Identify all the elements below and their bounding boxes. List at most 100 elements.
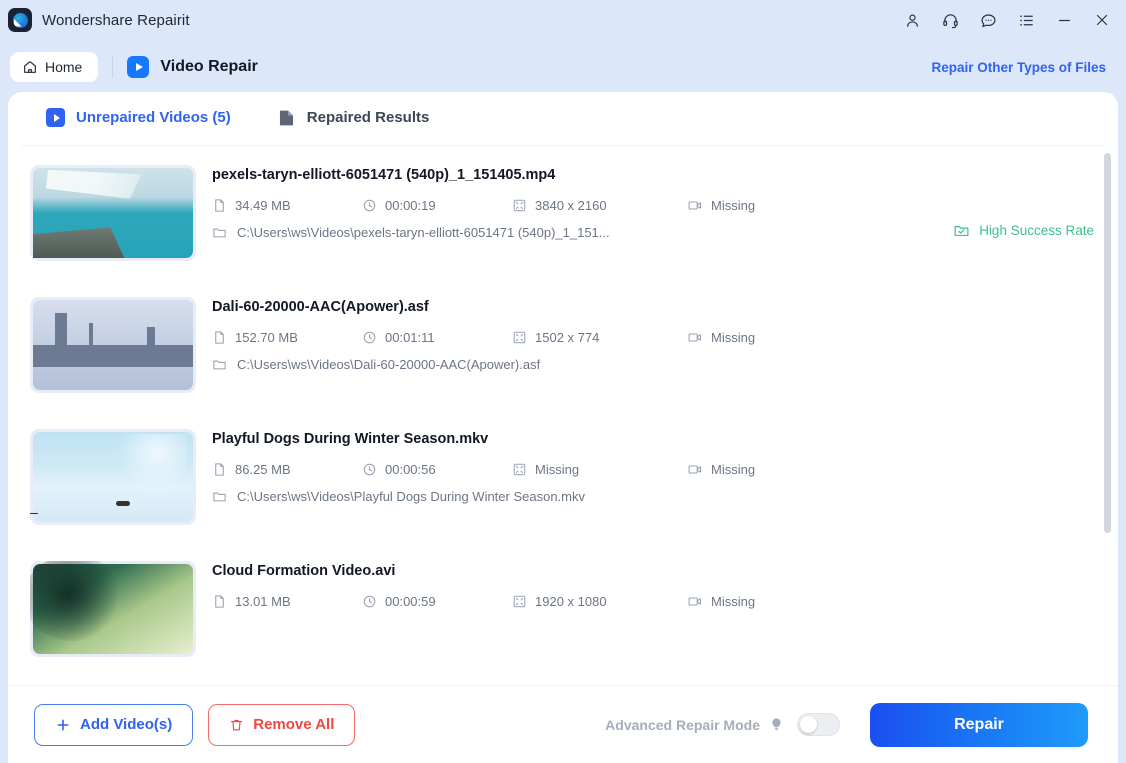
video-meta: Dali-60-20000-AAC(Apower).asf 152.70 MB (212, 297, 888, 393)
document-file-icon (277, 108, 296, 127)
video-path: C:\Users\ws\Videos\pexels-taryn-elliott-… (212, 225, 888, 240)
table-row[interactable]: pexels-taryn-elliott-6051471 (540p)_1_15… (8, 147, 1118, 279)
scrollbar-thumb[interactable] (1104, 153, 1111, 533)
lightbulb-icon (769, 716, 784, 733)
fact-codec: Missing (687, 594, 837, 609)
fact-size-value: 34.49 MB (235, 198, 291, 213)
app-window: Wondershare Repairit (0, 0, 1126, 763)
module-title: Video Repair (160, 58, 258, 76)
row-right-slot (904, 429, 1094, 525)
title-bar: Wondershare Repairit (0, 0, 1126, 40)
file-icon (212, 330, 227, 345)
row-right-slot: High Success Rate (904, 165, 1094, 261)
table-row[interactable]: Cloud Formation Video.avi 13.01 MB (8, 543, 1118, 675)
home-icon (22, 59, 38, 75)
video-filename: Cloud Formation Video.avi (212, 563, 888, 579)
video-camera-icon (687, 462, 703, 477)
add-videos-button[interactable]: Add Video(s) (34, 704, 193, 746)
fact-size: 86.25 MB (212, 462, 362, 477)
close-icon[interactable] (1092, 10, 1112, 30)
remove-all-label: Remove All (253, 716, 334, 733)
fact-size-value: 86.25 MB (235, 462, 291, 477)
fact-duration: 00:00:19 (362, 198, 512, 213)
nav-divider (112, 56, 113, 78)
fact-size-value: 152.70 MB (235, 330, 298, 345)
fact-duration-value: 00:01:11 (385, 330, 435, 345)
video-path: C:\Users\ws\Videos\Playful Dogs During W… (212, 489, 888, 504)
tab-bar: Unrepaired Videos (5) Repaired Results (22, 92, 1104, 146)
advanced-repair-mode: Advanced Repair Mode (605, 713, 840, 736)
content-card: Unrepaired Videos (5) Repaired Results (8, 92, 1118, 763)
file-icon (212, 594, 227, 609)
plus-icon (55, 717, 71, 733)
repair-button[interactable]: Repair (870, 703, 1088, 747)
video-path-value: C:\Users\ws\Videos\pexels-taryn-elliott-… (237, 225, 610, 240)
fact-size: 13.01 MB (212, 594, 362, 609)
video-path-value: C:\Users\ws\Videos\Dali-60-20000-AAC(Apo… (237, 357, 540, 372)
fact-resolution: 1920 x 1080 (512, 594, 687, 609)
resolution-icon (512, 462, 527, 477)
clock-icon (362, 594, 377, 609)
video-meta: Cloud Formation Video.avi 13.01 MB (212, 561, 888, 657)
status-badge-label: High Success Rate (979, 223, 1094, 238)
file-icon (212, 198, 227, 213)
tab-repaired-results[interactable]: Repaired Results (277, 108, 430, 129)
fact-codec-value: Missing (711, 198, 755, 213)
fact-size: 34.49 MB (212, 198, 362, 213)
window-controls (902, 10, 1112, 30)
video-thumbnail (30, 561, 196, 657)
video-filename: Playful Dogs During Winter Season.mkv (212, 431, 888, 447)
video-facts: 86.25 MB 00:00:56 (212, 462, 888, 477)
support-headset-icon[interactable] (940, 10, 960, 30)
feedback-chat-icon[interactable] (978, 10, 998, 30)
fact-duration-value: 00:00:56 (385, 462, 436, 477)
video-file-icon (46, 108, 65, 127)
fact-duration: 00:00:56 (362, 462, 512, 477)
video-filename: Dali-60-20000-AAC(Apower).asf (212, 299, 888, 315)
fact-codec: Missing (687, 330, 837, 345)
success-folder-check-icon (953, 222, 970, 239)
clock-icon (362, 330, 377, 345)
advanced-repair-mode-label: Advanced Repair Mode (605, 717, 760, 733)
fact-duration: 00:01:11 (362, 330, 512, 345)
fact-codec-value: Missing (711, 330, 755, 345)
row-right-slot (904, 297, 1094, 393)
account-icon[interactable] (902, 10, 922, 30)
video-path-value: C:\Users\ws\Videos\Playful Dogs During W… (237, 489, 585, 504)
video-list-scroll-area[interactable]: pexels-taryn-elliott-6051471 (540p)_1_15… (8, 147, 1118, 685)
folder-icon (212, 225, 227, 240)
module-nav-bar: Home Video Repair Repair Other Types of … (0, 40, 1126, 94)
remove-all-button[interactable]: Remove All (208, 704, 355, 746)
table-row[interactable]: Dali-60-20000-AAC(Apower).asf 152.70 MB (8, 279, 1118, 411)
row-right-slot (904, 561, 1094, 657)
tab-unrepaired-videos[interactable]: Unrepaired Videos (5) (46, 108, 231, 129)
file-icon (212, 462, 227, 477)
status-badge: High Success Rate (953, 222, 1094, 239)
video-camera-icon (687, 330, 703, 345)
fact-duration-value: 00:00:59 (385, 594, 436, 609)
fact-resolution-value: 1920 x 1080 (535, 594, 607, 609)
clock-icon (362, 462, 377, 477)
brand-name: Wondershare Repairit (42, 12, 190, 29)
video-thumbnail (30, 165, 196, 261)
fact-resolution-value: 1502 x 774 (535, 330, 599, 345)
repair-other-types-link[interactable]: Repair Other Types of Files (931, 60, 1106, 75)
scrollbar[interactable] (1104, 153, 1111, 679)
fact-resolution-value: 3840 x 2160 (535, 198, 607, 213)
table-row[interactable]: Playful Dogs During Winter Season.mkv 86… (8, 411, 1118, 543)
fact-codec: Missing (687, 462, 837, 477)
folder-icon (212, 489, 227, 504)
video-facts: 152.70 MB 00:01:11 (212, 330, 888, 345)
video-thumbnail (30, 429, 196, 525)
video-list: pexels-taryn-elliott-6051471 (540p)_1_15… (8, 147, 1118, 675)
minimize-icon[interactable] (1054, 10, 1074, 30)
video-repair-icon (127, 56, 149, 78)
home-button[interactable]: Home (10, 52, 98, 82)
fact-codec-value: Missing (711, 594, 755, 609)
fact-size-value: 13.01 MB (235, 594, 291, 609)
advanced-repair-mode-toggle[interactable] (797, 713, 840, 736)
menu-list-icon[interactable] (1016, 10, 1036, 30)
trash-icon (229, 717, 244, 733)
fact-codec: Missing (687, 198, 837, 213)
resolution-icon (512, 198, 527, 213)
